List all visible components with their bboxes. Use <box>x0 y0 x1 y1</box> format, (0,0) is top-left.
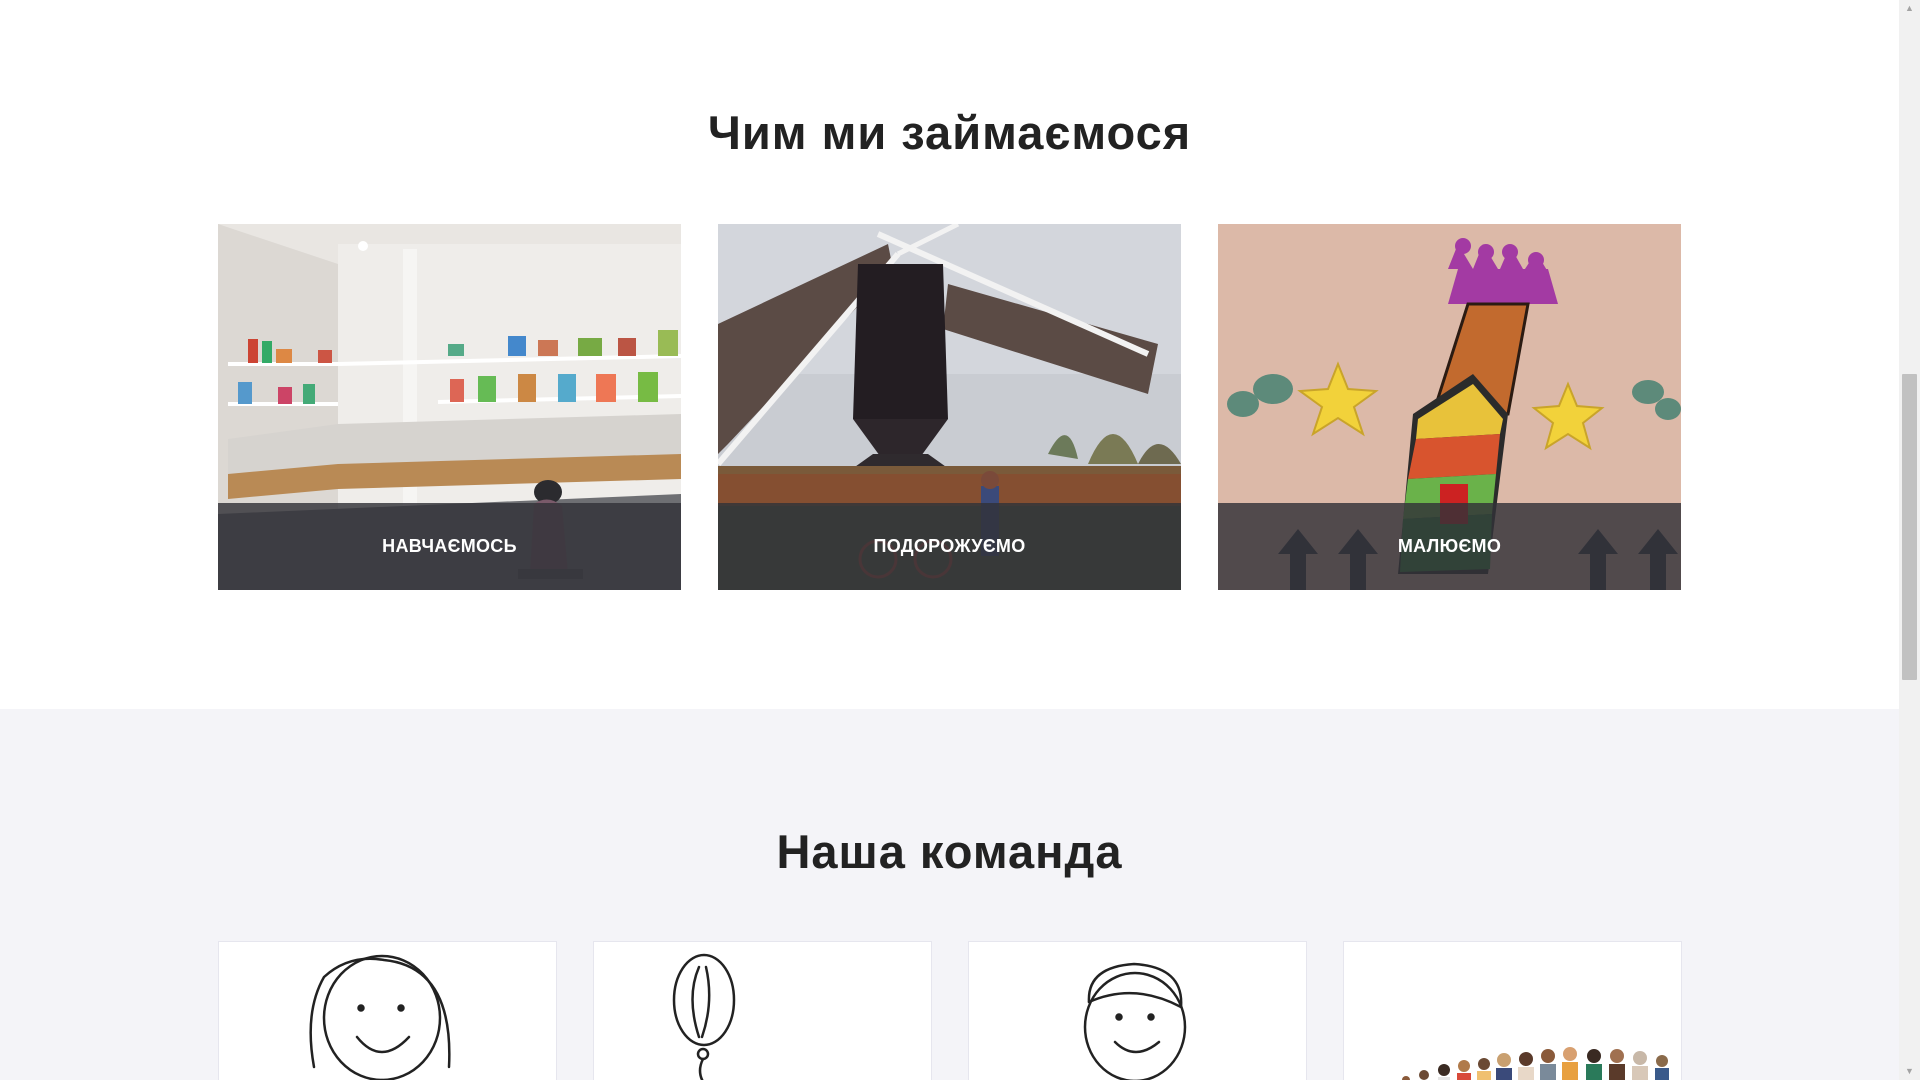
activities-section: Чим ми займаємося НАВЧАЄМОСЬ ПОДОРОЖУЄМО… <box>0 0 1899 709</box>
team-section: Наша команда <box>0 709 1899 1080</box>
activity-card-learning[interactable]: НАВЧАЄМОСЬ <box>218 224 681 590</box>
page: Чим ми займаємося НАВЧАЄМОСЬ ПОДОРОЖУЄМО… <box>0 0 1899 1080</box>
team-member-card[interactable] <box>968 941 1307 1080</box>
card-label: НАВЧАЄМОСЬ <box>382 536 517 556</box>
card-caption-bar: НАВЧАЄМОСЬ <box>218 503 681 590</box>
activity-card-drawing[interactable]: МАЛЮЄМО <box>1218 224 1681 590</box>
card-label: МАЛЮЄМО <box>1397 536 1502 556</box>
card-caption-bar: МАЛЮЄМО <box>1218 503 1681 590</box>
activities-grid: НАВЧАЄМОСЬ ПОДОРОЖУЄМО МАЛЮЄМО <box>218 224 1681 590</box>
scroll-down-arrow-icon[interactable]: ▼ <box>1899 1063 1920 1080</box>
team-member-card[interactable] <box>1343 941 1682 1080</box>
group-of-people-illustration <box>1402 1047 1669 1080</box>
activity-card-travel[interactable]: ПОДОРОЖУЄМО <box>718 224 1181 590</box>
scroll-up-arrow-icon[interactable]: ▲ <box>1899 0 1920 17</box>
scrollbar-thumb[interactable] <box>1902 374 1917 680</box>
team-member-card[interactable] <box>593 941 932 1080</box>
team-heading: Наша команда <box>776 825 1123 878</box>
card-caption-bar: ПОДОРОЖУЄМО <box>718 503 1181 590</box>
card-label: ПОДОРОЖУЄМО <box>873 536 1026 556</box>
stick-figure-boy-illustration <box>1083 962 1187 1080</box>
team-member-card[interactable] <box>218 941 557 1080</box>
stick-figure-girl-illustration <box>309 954 451 1080</box>
balloon-illustration <box>672 953 736 1080</box>
vertical-scrollbar[interactable]: ▲ ▼ <box>1899 0 1920 1080</box>
activities-heading: Чим ми займаємося <box>707 106 1192 159</box>
